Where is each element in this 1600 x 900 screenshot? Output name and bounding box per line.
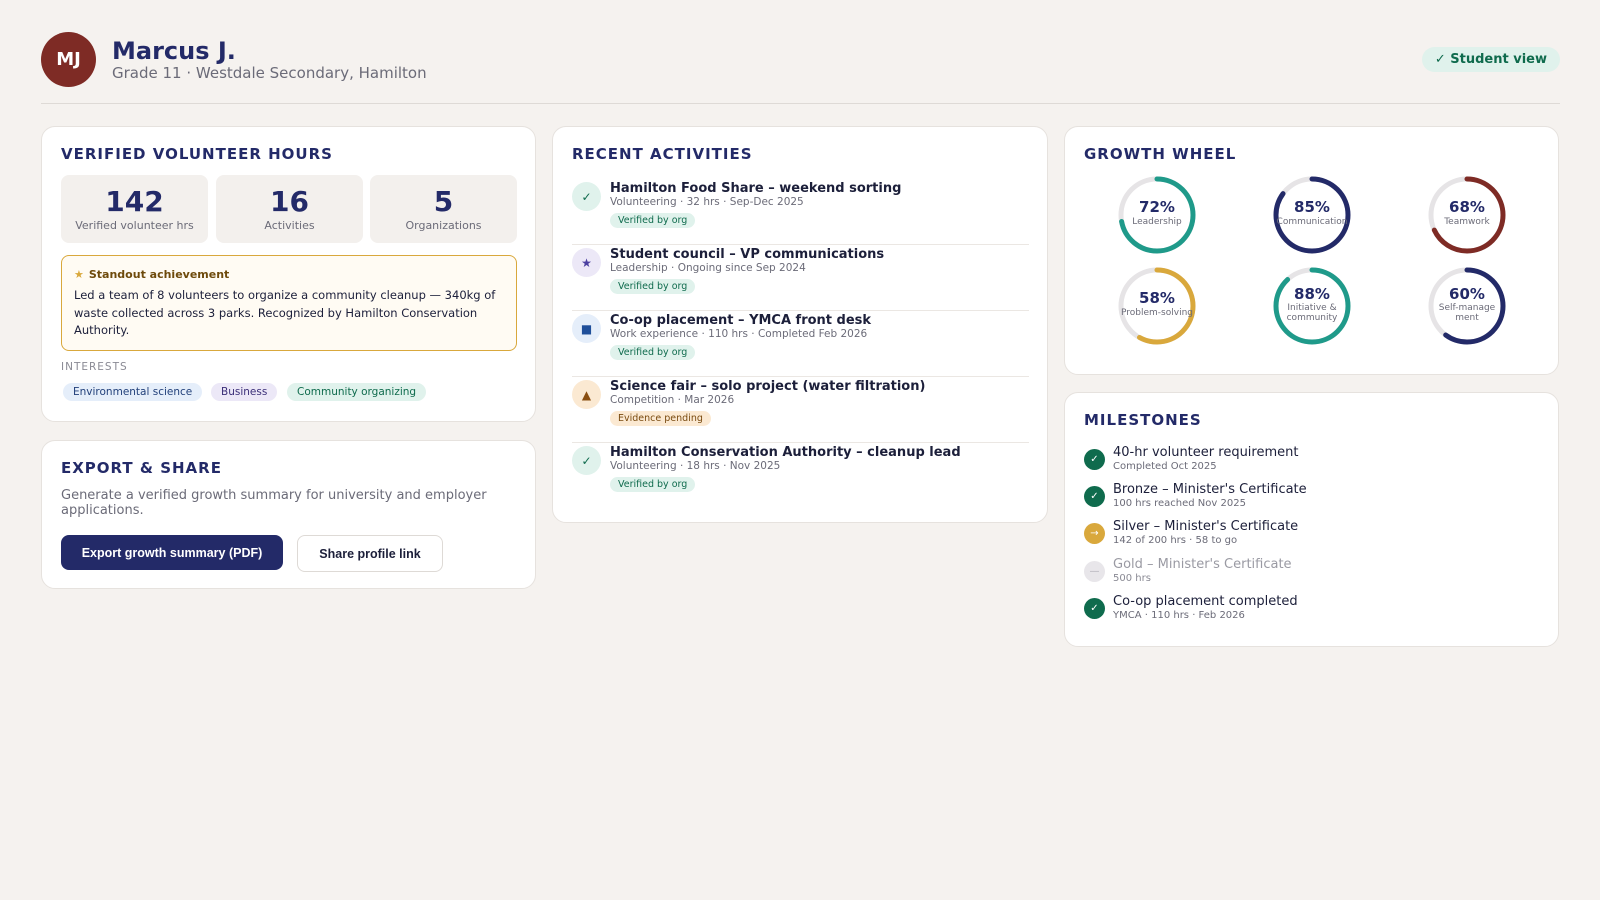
card-title: EXPORT & SHARE — [61, 459, 222, 477]
activity-item[interactable]: ★ Student council – VP communications Le… — [572, 245, 1029, 311]
stat-value: 142 — [105, 185, 164, 218]
verified-badge: Verified by org — [610, 345, 696, 360]
check-icon: ✓ — [1084, 486, 1105, 507]
standout-achievement: ★ Standout achievement Led a team of 8 vo… — [61, 255, 517, 351]
growth-wheel-card: GROWTH WHEEL 72% Leadership 85% Communic… — [1064, 126, 1559, 375]
ring-percent: 68% — [1449, 198, 1485, 216]
arrow-right-icon: → — [1084, 523, 1105, 544]
ring-percent: 60% — [1449, 285, 1485, 303]
ring-percent: 72% — [1139, 198, 1175, 216]
ring-label: Communication — [1276, 217, 1348, 227]
activity-meta: Competition · Mar 2026 — [610, 394, 735, 406]
stat-value: 16 — [270, 185, 309, 218]
milestone-title: Gold – Minister's Certificate — [1113, 557, 1292, 572]
export-description: Generate a verified growth summary for u… — [61, 488, 487, 518]
export-share-card: EXPORT & SHARE Generate a verified growt… — [41, 440, 536, 589]
milestones-card: MILESTONES ✓ 40-hr volunteer requirement… — [1064, 392, 1559, 647]
student-name: Marcus J. — [112, 37, 236, 65]
activity-title: Science fair – solo project (water filtr… — [610, 379, 926, 394]
growth-ring-leadership: 72% Leadership — [1117, 175, 1197, 255]
dash-icon: — — [1084, 561, 1105, 582]
interest-tag[interactable]: Environmental science — [63, 383, 203, 401]
ring-label: Initiative & community — [1286, 303, 1338, 323]
growth-ring-communication: 85% Communication — [1272, 175, 1352, 255]
stat-value: 5 — [433, 185, 454, 218]
interest-tag[interactable]: Business — [211, 383, 278, 401]
activity-title: Co-op placement – YMCA front desk — [610, 313, 872, 328]
activity-item[interactable]: ✓ Hamilton Food Share – weekend sorting … — [572, 179, 1029, 245]
check-icon: ✓ — [572, 446, 601, 475]
stat-label: Verified volunteer hrs — [75, 219, 194, 232]
verified-badge: Verified by org — [610, 213, 696, 228]
stat-label: Activities — [264, 219, 315, 232]
activity-title: Hamilton Conservation Authority – cleanu… — [610, 445, 961, 460]
growth-ring-teamwork: 68% Teamwork — [1427, 175, 1507, 255]
card-title: VERIFIED VOLUNTEER HOURS — [61, 145, 333, 163]
standout-heading: ★ Standout achievement — [74, 268, 229, 281]
check-icon: ✓ — [572, 182, 601, 211]
card-title: GROWTH WHEEL — [1084, 145, 1237, 163]
activity-meta: Work experience · 110 hrs · Completed Fe… — [610, 328, 868, 340]
milestone-title: Co-op placement completed — [1113, 594, 1298, 609]
card-title: MILESTONES — [1084, 411, 1202, 429]
card-title: RECENT ACTIVITIES — [572, 145, 753, 163]
pending-badge: Evidence pending — [610, 411, 711, 426]
milestone-item: → Silver – Minister's Certificate 142 of… — [1084, 519, 1534, 553]
student-view-badge[interactable]: ✓ Student view — [1421, 47, 1560, 72]
ring-label: Teamwork — [1444, 217, 1490, 227]
interest-tag[interactable]: Community organizing — [287, 383, 427, 401]
milestone-subtitle: 142 of 200 hrs · 58 to go — [1113, 535, 1238, 546]
milestone-item: ✓ Bronze – Minister's Certificate 100 hr… — [1084, 482, 1534, 516]
check-icon: ✓ — [1084, 449, 1105, 470]
interests-label: INTERESTS — [61, 361, 128, 373]
milestone-title: 40-hr volunteer requirement — [1113, 445, 1299, 460]
standout-heading-text: Standout achievement — [88, 268, 230, 281]
verified-badge: Verified by org — [610, 477, 696, 492]
growth-ring-self-management: 60% Self-management — [1427, 266, 1507, 346]
volunteer-hours-card: VERIFIED VOLUNTEER HOURS 142 Verified vo… — [41, 126, 536, 422]
activity-meta: Volunteering · 32 hrs · Sep-Dec 2025 — [610, 196, 804, 208]
milestone-title: Silver – Minister's Certificate — [1113, 519, 1299, 534]
star-icon: ★ — [74, 268, 84, 281]
ring-percent: 88% — [1294, 285, 1330, 303]
growth-ring-problem-solving: 58% Problem-solving — [1117, 266, 1197, 346]
milestone-subtitle: 100 hrs reached Nov 2025 — [1113, 498, 1246, 509]
triangle-icon: ▲ — [572, 380, 601, 409]
square-icon: ■ — [572, 314, 601, 343]
growth-ring-initiative: 88% Initiative & community — [1272, 266, 1352, 346]
stat-activities: 16 Activities — [216, 175, 363, 243]
profile-header: MJ Marcus J. Grade 11 · Westdale Seconda… — [41, 32, 1560, 104]
export-pdf-button[interactable]: Export growth summary (PDF) — [61, 535, 283, 570]
activity-item[interactable]: ✓ Hamilton Conservation Authority – clea… — [572, 443, 1029, 509]
student-subtitle: Grade 11 · Westdale Secondary, Hamilton — [112, 64, 427, 82]
recent-activities-card: RECENT ACTIVITIES ✓ Hamilton Food Share … — [552, 126, 1048, 523]
star-icon: ★ — [572, 248, 601, 277]
milestone-subtitle: 500 hrs — [1113, 573, 1151, 584]
activity-meta: Leadership · Ongoing since Sep 2024 — [610, 262, 806, 274]
activity-item[interactable]: ■ Co-op placement – YMCA front desk Work… — [572, 311, 1029, 377]
standout-text: Led a team of 8 volunteers to organize a… — [74, 288, 496, 337]
share-link-button[interactable]: Share profile link — [297, 535, 443, 572]
ring-label: Leadership — [1132, 217, 1182, 227]
stat-label: Organizations — [405, 219, 482, 232]
ring-label: Self-management — [1438, 303, 1496, 323]
stat-organizations: 5 Organizations — [370, 175, 517, 243]
activity-title: Hamilton Food Share – weekend sorting — [610, 181, 902, 196]
ring-percent: 85% — [1294, 198, 1330, 216]
verified-badge: Verified by org — [610, 279, 696, 294]
activity-item[interactable]: ▲ Science fair – solo project (water fil… — [572, 377, 1029, 443]
milestone-subtitle: YMCA · 110 hrs · Feb 2026 — [1113, 610, 1245, 621]
stat-volunteer-hours: 142 Verified volunteer hrs — [61, 175, 208, 243]
milestone-item: ✓ Co-op placement completed YMCA · 110 h… — [1084, 594, 1534, 628]
activity-meta: Volunteering · 18 hrs · Nov 2025 — [610, 460, 781, 472]
ring-percent: 58% — [1139, 289, 1175, 307]
milestone-subtitle: Completed Oct 2025 — [1113, 461, 1217, 472]
milestone-item: ✓ 40-hr volunteer requirement Completed … — [1084, 445, 1534, 479]
ring-label: Problem-solving — [1121, 308, 1193, 318]
activity-title: Student council – VP communications — [610, 247, 885, 262]
avatar: MJ — [41, 32, 96, 87]
milestone-title: Bronze – Minister's Certificate — [1113, 482, 1307, 497]
milestone-item: — Gold – Minister's Certificate 500 hrs — [1084, 557, 1534, 591]
check-icon: ✓ — [1084, 598, 1105, 619]
